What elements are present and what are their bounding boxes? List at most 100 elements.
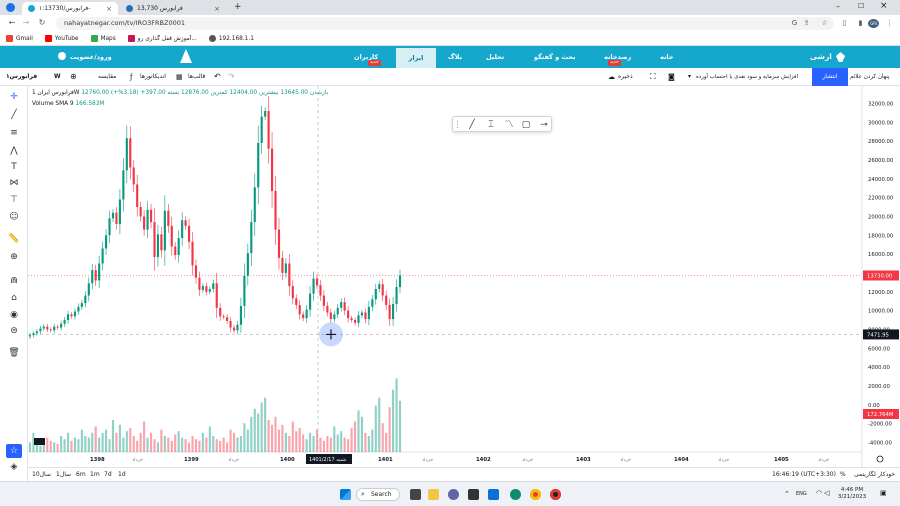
site-logo[interactable]: ارشی (810, 46, 832, 68)
nav-tools[interactable]: ابزار (396, 48, 436, 68)
drag-handle-icon[interactable]: ⋮ (453, 118, 462, 132)
symbol-search[interactable]: فرابورس۱ (6, 68, 37, 86)
volume-icon[interactable]: ◁ (824, 489, 829, 497)
bookmark-router[interactable]: 192.168.1.1 (208, 35, 254, 42)
zoom-tool-icon[interactable]: ⊕ (6, 250, 22, 264)
new-tab-icon[interactable]: + (234, 2, 242, 12)
bookmark-star-icon[interactable]: ☆ (820, 19, 829, 28)
window-close-icon[interactable]: × (880, 1, 888, 11)
trash-tool-icon[interactable]: 🗑 (6, 346, 22, 360)
range-1y[interactable]: 1سال (56, 468, 71, 482)
compare-plus-icon[interactable]: ⊕ (70, 68, 77, 86)
nav-home[interactable]: خانه (660, 46, 674, 68)
measure-tool-icon[interactable]: ⊤ (6, 193, 22, 207)
visibility-tool-icon[interactable]: ◉ (6, 308, 22, 322)
undo-icon[interactable]: ↶ (214, 68, 221, 86)
range-7d[interactable]: 7d (104, 468, 112, 482)
auto-toggle[interactable]: خودکار (878, 468, 895, 482)
cursor-text-tool-icon[interactable]: ⌶ (484, 118, 498, 132)
ruler-tool-icon[interactable]: 📏 (6, 232, 22, 246)
bookmark-gmail[interactable]: Gmail (6, 35, 33, 42)
emoji-tool-icon[interactable]: ☺ (6, 210, 22, 224)
browser-menu-dots-icon[interactable]: ⋮ (885, 19, 894, 28)
tab-close-icon[interactable]: × (106, 5, 112, 13)
browser-menu-icon[interactable] (6, 3, 15, 12)
store-icon[interactable] (488, 489, 499, 500)
strategy-dropdown[interactable]: افزایش سرمایه و سود نقدی یا احتساب آورده (696, 68, 810, 86)
nav-blog[interactable]: بلاگ (448, 46, 462, 68)
google-lens-icon[interactable]: G (790, 19, 799, 28)
extensions-icon[interactable]: ▯ (840, 19, 849, 28)
screenshot-camera-icon[interactable]: ◙ (668, 68, 675, 86)
path-tool-icon[interactable]: 〽 (502, 118, 516, 132)
indicators-button[interactable]: اندیکاتورها (140, 68, 166, 86)
strategy-dropdown-arrow-icon[interactable]: ▾ (688, 68, 691, 86)
bookmark-maps[interactable]: Maps (90, 35, 116, 42)
login-link[interactable]: ورود/عضویت (70, 46, 112, 68)
window-minimize-icon[interactable]: – (836, 2, 840, 11)
range-1m[interactable]: 1m (90, 468, 100, 482)
magnet-tool-icon[interactable]: ⋒ (6, 274, 22, 288)
nav-discussion[interactable]: بحث و گفتگو (534, 46, 576, 68)
xabcd-pattern-tool-icon[interactable]: ⋈ (6, 176, 22, 190)
save-button[interactable]: ذخیره (618, 68, 633, 86)
trend-line-tool-icon[interactable]: ╱ (6, 108, 22, 122)
range-1d[interactable]: 1d (118, 468, 126, 482)
edge-icon[interactable] (510, 489, 521, 500)
range-10y[interactable]: 10سال (32, 468, 51, 482)
forward-icon[interactable]: → (20, 18, 32, 27)
language-indicator[interactable]: ENG (796, 491, 807, 497)
pattern-tool-icon[interactable]: ⋀ (6, 144, 22, 158)
taskbar-clock[interactable]: 4:46 PM 3/21/2023 (832, 487, 872, 501)
task-view-icon[interactable] (410, 489, 421, 500)
sidebar-icon[interactable]: ▮ (856, 19, 865, 28)
nav-analysis[interactable]: تحلیل (486, 46, 504, 68)
horizontal-line-tool-icon[interactable]: ⊸ (537, 118, 551, 132)
tab-close-icon[interactable]: × (214, 5, 220, 13)
interval-selector[interactable]: W (54, 68, 61, 86)
browser-tab[interactable]: فرابورس 13,730 × (120, 2, 226, 15)
chat-icon[interactable] (448, 489, 459, 500)
clock-readout[interactable]: 16:46:19 (UTC+3:30) (772, 468, 836, 482)
crosshair-tool-icon[interactable]: ✛ (6, 90, 22, 104)
back-icon[interactable]: ← (6, 18, 18, 27)
start-icon[interactable] (340, 489, 351, 500)
url-input[interactable]: nahayatnegar.com/tv/IRO3FRBZ0001 (56, 17, 834, 30)
tray-chevron-icon[interactable]: ⌃ (784, 490, 790, 498)
record-icon[interactable] (550, 489, 561, 500)
lock-tool-icon[interactable]: ⌂ (6, 291, 22, 305)
log-toggle[interactable]: لگاریتمی (854, 468, 876, 482)
share-icon[interactable]: ⇪ (802, 19, 811, 28)
compare-button[interactable]: مقایسه (98, 68, 116, 86)
indicators-icon[interactable]: ƒ (130, 68, 132, 86)
object-tree-icon[interactable]: ◈ (6, 460, 22, 474)
browser-tab-active[interactable]: فرابورس/۱:13730- × (22, 2, 118, 15)
taskbar-search[interactable]: ⌕ Search (356, 488, 400, 501)
fib-retracement-tool-icon[interactable]: ≡ (6, 126, 22, 140)
fullscreen-icon[interactable]: ⛶ (650, 68, 656, 86)
price-chart[interactable]: 32000.00 30000.00 28000.00 26000.00 24000.00… (28, 86, 900, 467)
bookmark-youtube[interactable]: YouTube (44, 35, 79, 42)
range-6m[interactable]: 6m (76, 468, 86, 482)
window-maximize-icon[interactable]: ☐ (858, 2, 864, 10)
chrome-icon[interactable] (530, 489, 541, 500)
publish-button[interactable]: انتشار (812, 68, 848, 86)
favorites-star-icon[interactable]: ☆ (6, 444, 22, 458)
templates-icon[interactable]: ▦ (176, 68, 183, 86)
file-explorer-icon[interactable] (428, 489, 439, 500)
wifi-icon[interactable]: ◠ (816, 489, 822, 497)
percent-toggle[interactable]: % (840, 468, 846, 482)
templates-button[interactable]: قالب‌ها (188, 68, 205, 86)
user-icon[interactable] (58, 52, 66, 60)
hide-signals-button[interactable]: پنهان کردن علائم (850, 68, 890, 86)
reload-icon[interactable]: ↻ (36, 18, 48, 27)
line-tool-icon[interactable]: ╱ (465, 118, 479, 132)
notification-icon[interactable]: ▣ (880, 489, 887, 497)
lock-drawings-icon[interactable]: ⊜ (6, 324, 22, 338)
media-icon[interactable] (468, 489, 479, 500)
redo-icon[interactable]: ↷ (228, 68, 235, 86)
profile-avatar[interactable]: GRI (868, 19, 879, 28)
rectangle-tool-icon[interactable]: ▢ (519, 118, 533, 132)
text-tool-icon[interactable]: T (6, 160, 22, 174)
cloud-save-icon[interactable]: ☁ (608, 68, 615, 86)
